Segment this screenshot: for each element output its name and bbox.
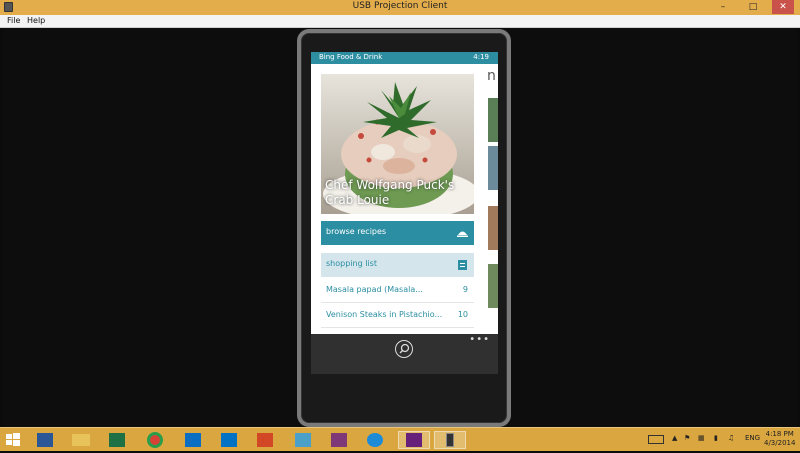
phone-status-bar: Bing Food & Drink 4:19 — [311, 52, 498, 64]
menu-file[interactable]: File — [7, 16, 20, 25]
excel-icon — [109, 433, 125, 447]
visual-studio-taskbar-button[interactable] — [398, 431, 430, 449]
onenote-icon — [331, 433, 347, 447]
hero-recipe-tile[interactable]: Chef Wolfgang Puck's Crab Louie — [321, 74, 474, 214]
outlook-taskbar-button[interactable] — [216, 431, 242, 449]
word-taskbar-button[interactable] — [32, 431, 58, 449]
maximize-button[interactable]: □ — [744, 0, 762, 14]
list-item[interactable]: Masala papad (Masala... 9 — [321, 279, 474, 303]
explorer-taskbar-button[interactable] — [68, 431, 94, 449]
usb-projection-taskbar-button[interactable] — [434, 431, 466, 449]
phone-icon — [446, 433, 454, 447]
windows-logo-icon — [6, 433, 20, 446]
hero-title-line1: Chef Wolfgang Puck's — [325, 178, 455, 192]
hero-recipe-title: Chef Wolfgang Puck's Crab Louie — [325, 178, 454, 208]
app-name: Bing Food & Drink — [319, 53, 383, 61]
tray-flag-icon[interactable]: ⚑ — [684, 434, 690, 442]
taskbar-clock[interactable]: 4:18 PM 4/3/2014 — [764, 430, 795, 448]
menu-bar: File Help — [0, 15, 800, 28]
browse-recipes-label: browse recipes — [326, 227, 387, 236]
shopping-list-label: shopping list — [326, 259, 377, 268]
phone-screen: Bing Food & Drink 4:19 Chef Wolfgang Puc… — [311, 52, 498, 374]
app-icon — [295, 433, 311, 447]
hero-title-line2: Crab Louie — [325, 193, 390, 207]
menu-help[interactable]: Help — [27, 16, 45, 25]
search-button[interactable] — [395, 340, 413, 358]
app-taskbar-button[interactable] — [290, 431, 316, 449]
visual-studio-icon — [406, 433, 422, 447]
tray-chevron-icon[interactable]: ▲ — [672, 434, 677, 442]
chrome-taskbar-button[interactable] — [142, 431, 168, 449]
tray-volume-icon[interactable]: ♫ — [728, 434, 734, 442]
powerpoint-icon — [257, 433, 273, 447]
internet-explorer-icon — [367, 433, 383, 447]
clock-date: 4/3/2014 — [764, 439, 796, 447]
close-button[interactable]: ✕ — [772, 0, 794, 14]
word-icon — [37, 433, 53, 447]
list-item-count: 10 — [457, 310, 468, 319]
phone-clock: 4:19 — [473, 53, 489, 61]
powerpoint-taskbar-button[interactable] — [252, 431, 278, 449]
list-icon — [458, 260, 467, 270]
search-icon — [399, 343, 410, 354]
window-titlebar: USB Projection Client – □ ✕ — [0, 0, 800, 15]
keyboard-icon[interactable] — [648, 435, 664, 444]
phone-app-bar: ••• — [311, 334, 498, 374]
chrome-icon — [147, 432, 163, 448]
lync-taskbar-button[interactable] — [180, 431, 206, 449]
taskbar: ▲ ⚑ ▦ ▮ ♫ ENG 4:18 PM 4/3/2014 — [0, 427, 800, 451]
list-item-count: 9 — [462, 285, 468, 294]
onenote-taskbar-button[interactable] — [326, 431, 352, 449]
tray-network-icon[interactable]: ▦ — [698, 434, 705, 442]
browse-recipes-button[interactable]: browse recipes — [321, 221, 474, 245]
start-button[interactable] — [4, 431, 22, 449]
clock-time: 4:18 PM — [765, 430, 794, 438]
tray-battery-icon[interactable]: ▮ — [714, 434, 718, 442]
window-title: USB Projection Client — [352, 1, 448, 11]
next-panel-header-peek: n — [487, 68, 496, 84]
shopping-list-button[interactable]: shopping list — [321, 253, 474, 277]
language-indicator[interactable]: ENG — [745, 434, 760, 442]
folder-icon — [72, 434, 90, 446]
list-item-label: Venison Steaks in Pistachio... — [326, 310, 443, 319]
next-panel-peek[interactable] — [488, 88, 498, 318]
minimize-button[interactable]: – — [714, 0, 732, 14]
list-item-label: Masala papad (Masala... — [326, 285, 423, 294]
more-options-button[interactable]: ••• — [469, 334, 490, 345]
serving-dish-icon — [457, 231, 468, 237]
ie-taskbar-button[interactable] — [362, 431, 388, 449]
excel-taskbar-button[interactable] — [104, 431, 130, 449]
lync-icon — [185, 433, 201, 447]
list-item[interactable]: Venison Steaks in Pistachio... 10 — [321, 304, 474, 328]
outlook-icon — [221, 433, 237, 447]
